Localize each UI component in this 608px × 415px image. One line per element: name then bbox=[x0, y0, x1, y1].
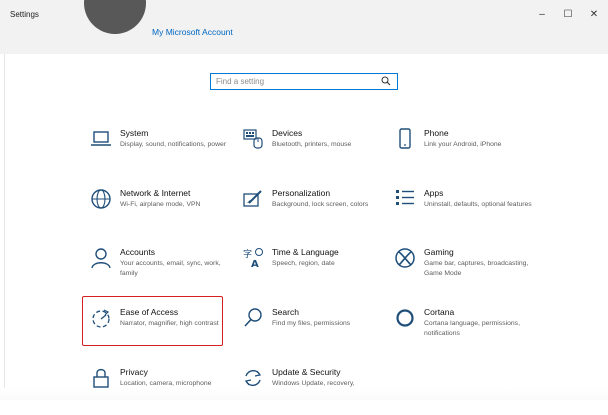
laptop-icon bbox=[90, 128, 112, 150]
tile-description: Uninstall, defaults, optional features bbox=[424, 201, 532, 208]
tile-system[interactable]: System Display, sound, notifications, po… bbox=[90, 128, 230, 176]
tile-name: Search bbox=[272, 307, 299, 317]
tile-description: Background, lock screen, colors bbox=[272, 201, 369, 208]
my-microsoft-account-link[interactable]: My Microsoft Account bbox=[152, 27, 233, 37]
globe-icon bbox=[90, 188, 112, 210]
apps-list-icon bbox=[394, 188, 416, 210]
tile-apps[interactable]: Apps Uninstall, defaults, optional featu… bbox=[394, 188, 534, 236]
tile-description: Find my files, permissions bbox=[272, 320, 351, 327]
avatar[interactable] bbox=[84, 0, 146, 34]
minimize-button[interactable]: – bbox=[530, 6, 554, 22]
paint-icon bbox=[242, 188, 264, 210]
cortana-icon bbox=[394, 307, 416, 329]
tile-network-internet[interactable]: Network & Internet Wi-Fi, airplane mode,… bbox=[90, 188, 230, 236]
tile-name: Privacy bbox=[120, 367, 148, 377]
tile-name: Devices bbox=[272, 128, 303, 138]
search-box[interactable] bbox=[210, 73, 398, 90]
tile-description: Display, sound, notifications, power bbox=[120, 141, 227, 148]
tile-name: Apps bbox=[424, 188, 444, 198]
tile-description: Link your Android, iPhone bbox=[424, 141, 502, 148]
person-icon bbox=[90, 247, 112, 269]
tile-devices[interactable]: Devices Bluetooth, printers, mouse bbox=[242, 128, 382, 176]
maximize-button[interactable]: ☐ bbox=[556, 6, 580, 22]
tile-phone[interactable]: Phone Link your Android, iPhone bbox=[394, 128, 534, 176]
ease-of-access-highlight-box bbox=[82, 296, 223, 346]
tile-description: Speech, region, date bbox=[272, 260, 335, 267]
tile-personalization[interactable]: Personalization Background, lock screen,… bbox=[242, 188, 382, 236]
search-icon[interactable] bbox=[381, 76, 391, 86]
phone-icon bbox=[394, 128, 416, 150]
tile-cortana[interactable]: Cortana Cortana language, permissions, n… bbox=[394, 307, 534, 355]
tile-description: Wi-Fi, airplane mode, VPN bbox=[120, 201, 201, 208]
search-icon bbox=[242, 307, 264, 329]
tile-name: Time & Language bbox=[272, 247, 339, 257]
close-button[interactable]: ✕ bbox=[582, 6, 606, 22]
tile-accounts[interactable]: Accounts Your accounts, email, sync, wor… bbox=[90, 247, 230, 295]
tile-name: Accounts bbox=[120, 247, 155, 257]
tile-description: Game bar, captures, broadcasting, Game M… bbox=[424, 260, 529, 277]
keyboard-icon bbox=[242, 128, 264, 150]
tile-name: Gaming bbox=[424, 247, 454, 257]
tile-search[interactable]: Search Find my files, permissions bbox=[242, 307, 382, 355]
svg-text:A: A bbox=[251, 259, 259, 269]
time-language-icon: 字A bbox=[242, 247, 264, 269]
xbox-icon bbox=[394, 247, 416, 269]
tile-name: Personalization bbox=[272, 188, 331, 198]
tile-name: Network & Internet bbox=[120, 188, 191, 198]
bottom-edge bbox=[0, 388, 608, 400]
window-title: Settings bbox=[10, 10, 39, 19]
tile-name: Cortana bbox=[424, 307, 455, 317]
tile-description: Cortana language, permissions, notificat… bbox=[424, 320, 520, 337]
tile-time-language[interactable]: 字A Time & Language Speech, region, date bbox=[242, 247, 382, 295]
settings-window: Settings – ☐ ✕ My Microsoft Account Syst… bbox=[0, 0, 608, 400]
tile-gaming[interactable]: Gaming Game bar, captures, broadcasting,… bbox=[394, 247, 534, 295]
tile-description: Bluetooth, printers, mouse bbox=[272, 141, 352, 148]
search-input[interactable] bbox=[216, 75, 376, 88]
lock-icon bbox=[90, 367, 112, 389]
tile-name: System bbox=[120, 128, 149, 138]
tile-description: Your accounts, email, sync, work, family bbox=[120, 260, 221, 277]
tile-name: Phone bbox=[424, 128, 449, 138]
tile-name: Update & Security bbox=[272, 367, 341, 377]
title-bar: Settings – ☐ ✕ My Microsoft Account bbox=[0, 0, 608, 54]
update-icon bbox=[242, 367, 264, 389]
window-border bbox=[4, 54, 5, 388]
